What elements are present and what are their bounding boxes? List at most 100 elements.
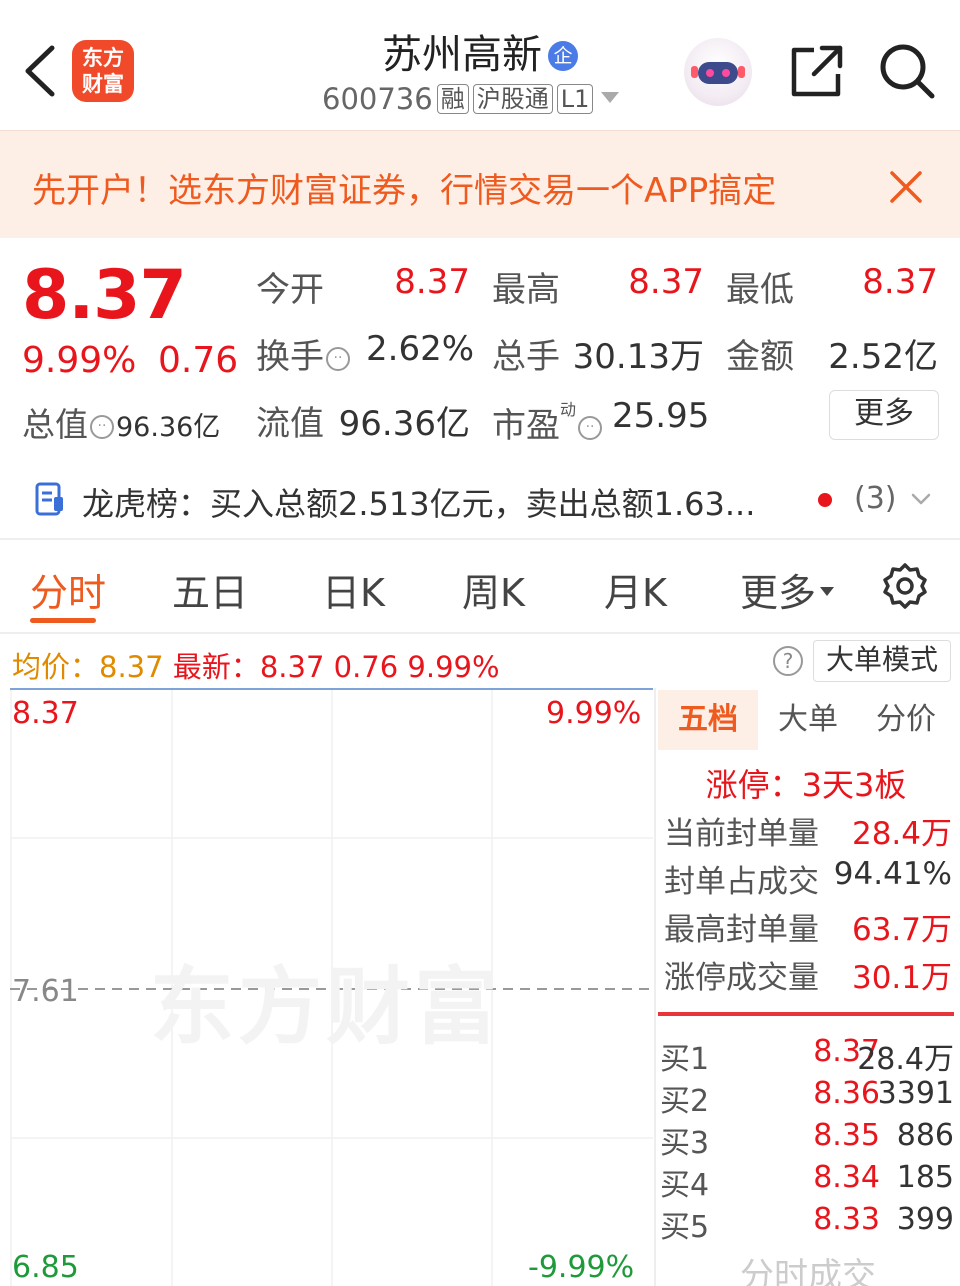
bid-qty: 3391: [877, 1076, 954, 1111]
bid-level: 买2: [660, 1084, 710, 1119]
total-value-label: 总值: [22, 405, 88, 444]
bid-ask-divider: [658, 1012, 954, 1016]
bid-row[interactable]: 买2 8.36 3391: [660, 1076, 954, 1119]
tab-more-label: 更多: [740, 571, 817, 615]
tab-more[interactable]: 更多: [740, 562, 835, 617]
stock-code: 600736: [322, 82, 433, 116]
chevron-down-icon[interactable]: [601, 92, 620, 103]
robot-ear-left: [691, 66, 698, 78]
seal-value: 63.7万: [851, 912, 952, 948]
axis-top-percent: 9.99%: [546, 696, 642, 731]
stat-label-volume: 总手: [492, 337, 560, 377]
tab-five-levels[interactable]: 五档: [658, 690, 758, 750]
latest-price-value: 8.37: [259, 650, 325, 684]
order-book-tabs: 五档 大单 分价: [656, 690, 960, 750]
stat-value-pe: 25.95: [612, 396, 710, 436]
price-legend-line: 均价：8.37 最新：8.37 0.76 9.99%: [12, 644, 500, 686]
seal-label: 当前封单量: [664, 816, 819, 852]
assistant-robot-icon[interactable]: [684, 38, 752, 106]
bid-price: 8.33: [813, 1202, 880, 1237]
tab-five-day[interactable]: 五日: [172, 562, 248, 617]
bid-row[interactable]: 买5 8.33 399: [660, 1202, 954, 1245]
change-amount: 0.76: [158, 340, 239, 381]
turnover-label-text: 换手: [256, 337, 324, 377]
chevron-down-icon[interactable]: [910, 491, 932, 509]
bid-level: 买4: [660, 1168, 710, 1203]
bid-price: 8.35: [813, 1118, 880, 1153]
dragon-tiger-list-row[interactable]: 龙虎榜：买入总额2.513亿元，卖出总额1.63... (3): [0, 465, 960, 537]
close-icon[interactable]: [886, 167, 926, 207]
stat-value-open: 8.37: [394, 262, 470, 302]
info-icon[interactable]: ··: [578, 416, 603, 440]
bid-price: 8.34: [813, 1160, 880, 1195]
robot-eye-right: [722, 69, 730, 77]
top-nav-bar: 东方 财富 苏州高新企 600736 融沪股通 L1: [0, 0, 960, 130]
pe-label-text: 市盈: [492, 406, 560, 446]
seal-value: 94.41%: [833, 856, 952, 892]
unread-dot: [818, 493, 832, 507]
info-icon[interactable]: ··: [326, 347, 350, 371]
stat-label-high: 最高: [492, 270, 560, 310]
price-line: [10, 688, 653, 690]
seal-label: 封单占成交: [664, 864, 819, 900]
bid-qty: 28.4万: [857, 1042, 954, 1077]
bid-qty: 886: [896, 1118, 954, 1153]
robot-ear-right: [738, 66, 745, 78]
divider: [0, 538, 960, 540]
stat-label-amount: 金额: [726, 337, 794, 377]
robot-face: [698, 62, 738, 84]
stat-value-float-value: 96.36亿: [338, 404, 470, 444]
bid-row[interactable]: 买1 8.37 28.4万: [660, 1034, 954, 1077]
stat-value-high: 8.37: [628, 262, 704, 302]
caret-down-icon: [820, 587, 835, 596]
tag-connect: 沪股通: [472, 84, 553, 114]
promo-text: 先开户！选东方财富证券，行情交易一个APP搞定: [32, 171, 777, 211]
bid-row[interactable]: 买4 8.34 185: [660, 1160, 954, 1203]
stat-label-turnover: 换手 ··: [256, 329, 352, 378]
avg-price-label: 均价：: [12, 650, 100, 684]
divider: [0, 632, 960, 634]
document-icon: [35, 482, 63, 516]
trade-detail-overlay[interactable]: 分时成交: [740, 1248, 876, 1286]
search-icon[interactable]: [878, 42, 936, 100]
stat-value-turnover: 2.62%: [366, 329, 475, 369]
change-percent: 9.99%: [22, 340, 137, 381]
info-icon[interactable]: ··: [90, 415, 114, 439]
stat-label-float-value: 流值: [256, 404, 324, 444]
tab-daily-k[interactable]: 日K: [322, 562, 385, 617]
bid-level: 买3: [660, 1126, 710, 1161]
current-price: 8.37: [22, 256, 187, 335]
more-stats-button[interactable]: 更多: [829, 390, 939, 440]
gear-icon[interactable]: [880, 561, 930, 611]
limit-up-streak: 涨停：3天3板: [705, 766, 907, 804]
share-icon[interactable]: [790, 44, 844, 98]
tab-big-orders[interactable]: 大单: [758, 690, 858, 750]
tab-intraday[interactable]: 分时: [30, 562, 106, 617]
axis-top-price: 8.37: [12, 696, 79, 731]
pe-dynamic-mark: 动: [560, 400, 577, 419]
total-value-number: 96.36亿: [116, 412, 221, 443]
help-icon[interactable]: ?: [773, 646, 803, 676]
latest-change: 0.76: [333, 650, 399, 684]
stat-label-low: 最低: [726, 270, 794, 310]
bid-level: 买1: [660, 1042, 710, 1077]
tab-weekly-k[interactable]: 周K: [462, 562, 525, 617]
axis-mid-price: 7.61: [12, 974, 79, 1009]
stat-value-volume: 30.13万: [572, 337, 704, 377]
total-market-value: 总值 ·· 96.36亿: [22, 398, 220, 446]
promo-banner[interactable]: 先开户！选东方财富证券，行情交易一个APP搞定: [0, 130, 960, 238]
axis-bottom-price: 6.85: [12, 1250, 79, 1285]
stat-value-low: 8.37: [862, 262, 938, 302]
bid-row[interactable]: 买3 8.35 886: [660, 1118, 954, 1161]
tab-price-distribution[interactable]: 分价: [856, 690, 956, 750]
stock-code-line[interactable]: 600736 融沪股通 L1: [322, 82, 620, 116]
stat-value-amount: 2.52亿: [828, 337, 938, 377]
active-tab-underline: [30, 618, 96, 623]
stat-label-open: 今开: [256, 270, 324, 310]
latest-price-label: 最新：: [172, 650, 260, 684]
seal-value: 30.1万: [851, 960, 952, 996]
tab-monthly-k[interactable]: 月K: [604, 562, 667, 617]
big-order-mode-button[interactable]: 大单模式: [813, 640, 951, 682]
seal-label: 最高封单量: [664, 912, 819, 948]
robot-eye-left: [706, 69, 714, 77]
